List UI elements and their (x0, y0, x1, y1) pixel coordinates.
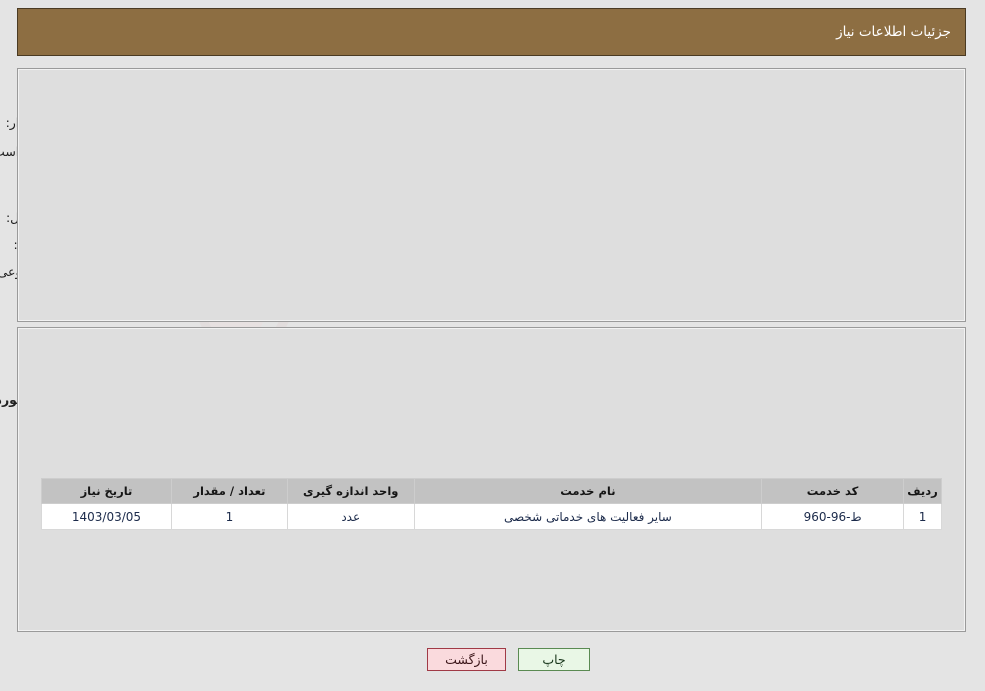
page-header: جزئیات اطلاعات نیاز (18, 8, 967, 56)
th-name: نام خدمت (414, 478, 764, 504)
table-header-row: ردیف کد خدمت نام خدمت واحد اندازه گیری ت… (42, 478, 943, 504)
need-summary-panel (18, 68, 967, 322)
table-row: 1 ط-96-960 سایر فعالیت های خدماتی شخصی ع… (42, 503, 943, 530)
th-radif: ردیف (904, 478, 943, 504)
services-table: ردیف کد خدمت نام خدمت واحد اندازه گیری ت… (42, 478, 943, 530)
cell-unit: عدد (287, 503, 416, 530)
cell-date: 1403/03/05 (42, 503, 173, 530)
th-code: کد خدمت (762, 478, 906, 504)
cell-radif: 1 (904, 503, 943, 530)
cell-name: سایر فعالیت های خدماتی شخصی (414, 503, 764, 530)
print-button[interactable]: چاپ (519, 648, 591, 671)
cell-code: ط-96-960 (762, 503, 906, 530)
page-title: جزئیات اطلاعات نیاز (837, 24, 952, 40)
th-date: تاریخ نیاز (42, 478, 173, 504)
cell-qty: 1 (171, 503, 289, 530)
th-unit: واحد اندازه گیری (287, 478, 416, 504)
th-qty: تعداد / مقدار (171, 478, 289, 504)
back-button[interactable]: بازگشت (428, 648, 507, 671)
